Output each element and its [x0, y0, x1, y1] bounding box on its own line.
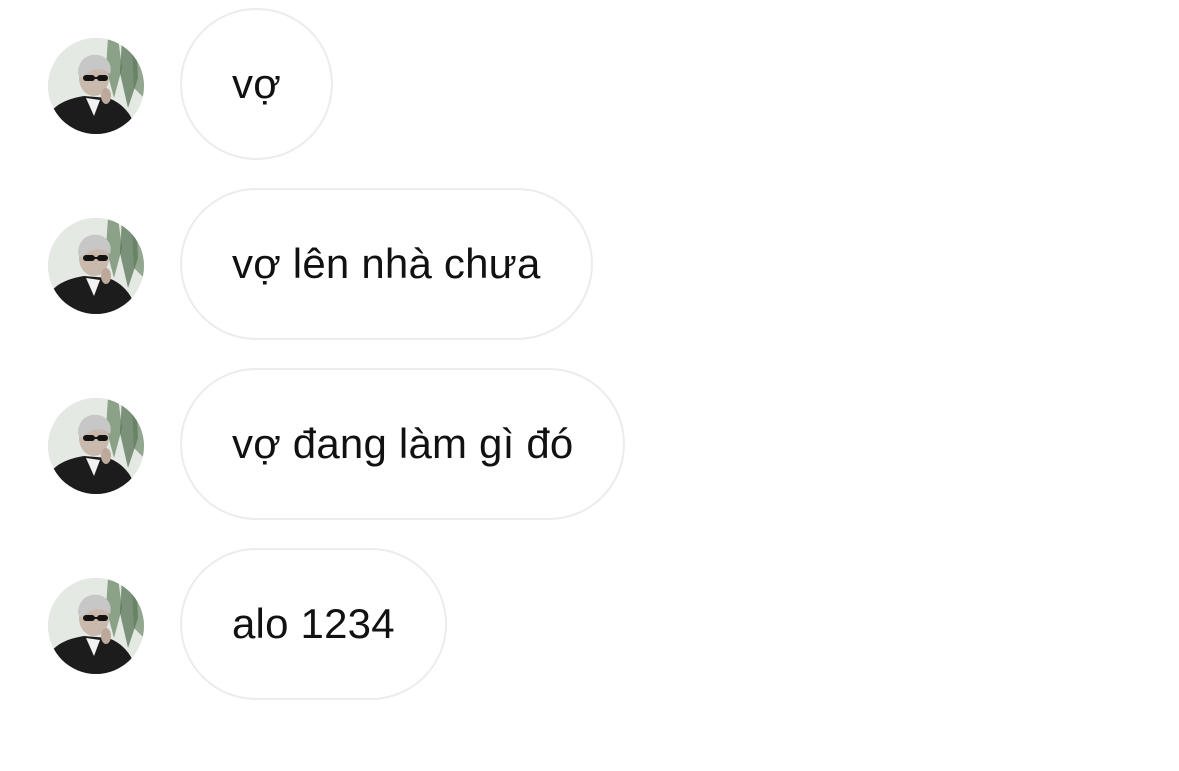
message-row: vợ lên nhà chưa — [0, 188, 1179, 344]
message-text: alo 1234 — [232, 600, 395, 647]
message-thread: vợ vợ lên nhà chưa vợ đang làm gì đó alo… — [0, 0, 1179, 771]
message-text: vợ lên nhà chưa — [232, 240, 541, 287]
message-bubble[interactable]: vợ — [180, 8, 333, 160]
message-row: vợ — [0, 8, 1179, 164]
person-avatar-icon — [48, 218, 144, 314]
person-avatar-icon — [48, 398, 144, 494]
message-row: alo 1234 — [0, 548, 1179, 704]
contact-avatar[interactable] — [48, 38, 144, 134]
message-row: vợ đang làm gì đó — [0, 368, 1179, 524]
message-bubble[interactable]: alo 1234 — [180, 548, 447, 700]
person-avatar-icon — [48, 578, 144, 674]
contact-avatar[interactable] — [48, 398, 144, 494]
person-avatar-icon — [48, 38, 144, 134]
contact-avatar[interactable] — [48, 578, 144, 674]
message-text: vợ — [232, 60, 281, 107]
message-bubble[interactable]: vợ lên nhà chưa — [180, 188, 593, 340]
message-bubble[interactable]: vợ đang làm gì đó — [180, 368, 626, 520]
message-text: vợ đang làm gì đó — [232, 420, 574, 467]
contact-avatar[interactable] — [48, 218, 144, 314]
